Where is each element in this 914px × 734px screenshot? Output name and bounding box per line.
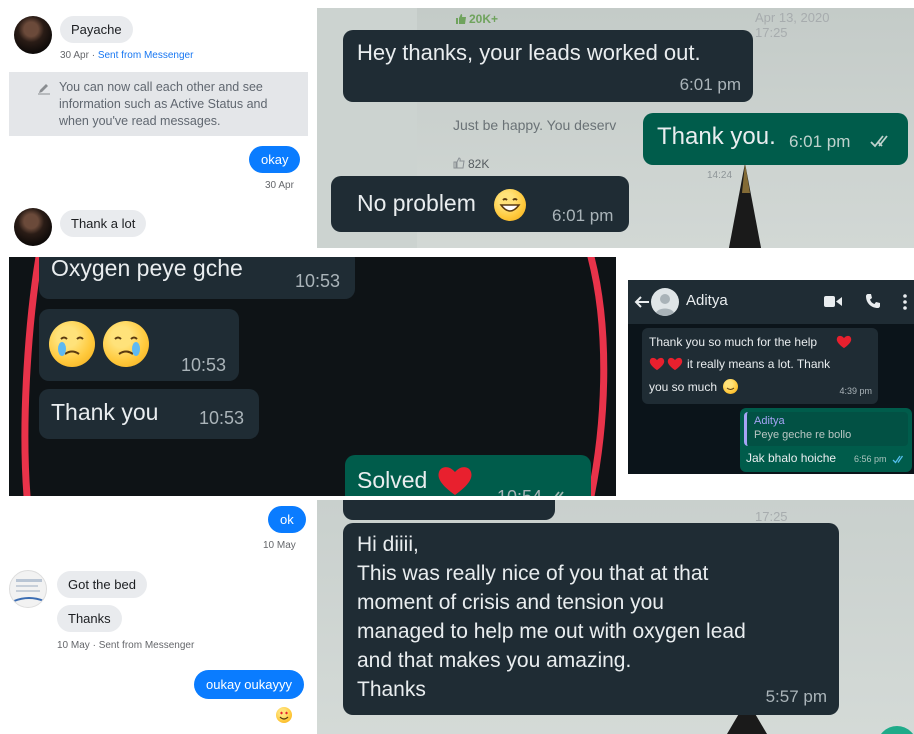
outgoing-date: 30 Apr [265,180,294,191]
message-line: This was really nice of you that at that [357,562,709,585]
message-line: Thanks [357,678,426,701]
message-line: Thank you so much for the help [649,335,818,349]
crying-face-emoji [49,321,95,367]
outgoing-message: oukay oukayyy [194,670,304,699]
incoming-message: Hey thanks, your leads worked out. 6:01 … [343,30,753,102]
more-options-icon[interactable] [902,293,908,311]
message-time: 10:53 [199,408,245,428]
back-arrow-icon[interactable] [634,294,650,310]
post-time: 17:25 [755,25,788,40]
contact-avatar[interactable] [651,288,679,316]
chat-body: Thank you so much for the help it really… [628,324,914,474]
likes-count: 20K+ [469,12,499,26]
message-text: No problem [357,190,476,216]
contact-avatar[interactable] [9,570,47,608]
message-line: moment of crisis and tension you [357,591,664,614]
message-line: and that makes you amazing. [357,649,632,672]
notice-text: You can now call each other and see info… [59,80,268,128]
double-check-icon [892,455,904,464]
incoming-message: Thank you 10:53 [39,389,259,439]
message-time: 6:01 pm [679,75,741,94]
incoming-message: Payache [60,16,133,43]
incoming-message: 10:53 [39,309,239,381]
sent-date: 30 Apr [60,50,89,61]
message-time: 6:56 pm [854,454,887,464]
incoming-message: Oxygen peye gche 10:53 [39,257,355,299]
crying-face-emoji [103,321,149,367]
thumbs-up-icon [453,157,465,169]
outgoing-message: ok [268,506,306,533]
likes-count: 82K [468,157,490,171]
quoted-name: Aditya [754,415,785,427]
message-line: managed to help me out with oxygen lead [357,620,746,643]
smiling-emoji [723,379,738,394]
outgoing-message: Solved 10:54 [345,455,591,496]
message-time: 5:57 pm [765,687,827,706]
message-time: 10:54 [497,487,542,496]
message-time: 6:01 pm [789,132,851,151]
sent-from-link[interactable]: Sent from Messenger [99,640,195,651]
double-check-icon [554,491,564,496]
incoming-message: Thanks [57,605,122,632]
whatsapp-mid-panel: Oxygen peye gche 10:53 10:53 Thank you 1… [9,257,616,496]
double-check-icon [870,135,888,148]
incoming-message: Thank you so much for the help it really… [642,328,878,404]
pen-tip-image [728,163,762,248]
whatsapp-small-panel: Aditya Thank you so much for the help it… [628,280,914,474]
chat-header: Aditya [628,280,914,324]
heart-eyes-reaction-emoji[interactable] [276,707,292,723]
incoming-message: Thank a lot [60,210,147,237]
sent-from-link[interactable]: Sent from Messenger [98,50,194,61]
message-time: 10:53 [181,355,227,375]
sent-date: 10 May [57,640,90,651]
outgoing-message: okay [249,146,301,173]
messenger-bottom-panel: ok 10 May Got the bed Thanks 10 May · Se… [0,500,314,734]
outgoing-date: 10 May [263,540,296,551]
heart-emoji [649,357,665,371]
grinning-emoji [494,189,526,221]
message-text: Thank you [51,399,159,425]
heart-emoji [667,357,683,371]
phone-icon[interactable] [865,293,881,309]
heart-emoji [438,467,472,495]
call-permission-notice: You can now call each other and see info… [9,72,308,136]
whatsapp-top-panel: 20K+ Apr 13, 2020 17:25 Just be happy. Y… [317,8,914,248]
message-time: 10:53 [295,271,341,291]
message-text: Hey thanks, your leads worked out. [357,40,701,65]
message-meta: 30 Apr · Sent from Messenger [60,50,194,61]
thumbs-up-icon [456,14,466,24]
contact-avatar[interactable] [14,16,52,54]
incoming-message: Got the bed [57,571,147,598]
quoted-message[interactable]: Aditya Peye geche re bollo [744,412,908,446]
message-text: Solved [357,467,428,493]
message-meta: 10 May · Sent from Messenger [57,640,195,651]
heart-emoji [836,335,852,349]
outgoing-message: Thank you. 6:01 pm [643,113,908,165]
contact-name[interactable]: Aditya [686,292,728,309]
message-line: you so much [649,380,718,394]
message-line: Hi diiii, [357,533,419,556]
messenger-top-panel: Payache 30 Apr · Sent from Messenger You… [0,0,314,248]
message-text: Jak bhalo hoiche [746,451,837,465]
incoming-message: Hi diiii, This was really nice of you th… [343,523,839,715]
message-time: 4:39 pm [839,386,872,396]
message-line: it really means a lot. Thank [687,357,831,371]
video-call-icon[interactable] [824,295,842,308]
message-text: Oxygen peye gche [51,257,243,281]
message-time: 6:01 pm [552,206,614,225]
post-time: 17:25 [755,509,788,524]
post-text: Just be happy. You deserv [453,117,617,133]
outgoing-reply: Aditya Peye geche re bollo Jak bhalo hoi… [740,408,912,472]
incoming-message: No problem 6:01 pm [331,176,629,232]
message-text: Thank you. [657,123,776,150]
partial-message [343,500,555,520]
quoted-text: Peye geche re bollo [754,429,852,441]
whatsapp-bottom-panel: 17:25 Hi diiii, This was really nice of … [317,500,914,734]
pencil-icon [38,84,50,95]
post-date: Apr 13, 2020 [755,10,830,25]
contact-avatar[interactable] [14,208,52,246]
